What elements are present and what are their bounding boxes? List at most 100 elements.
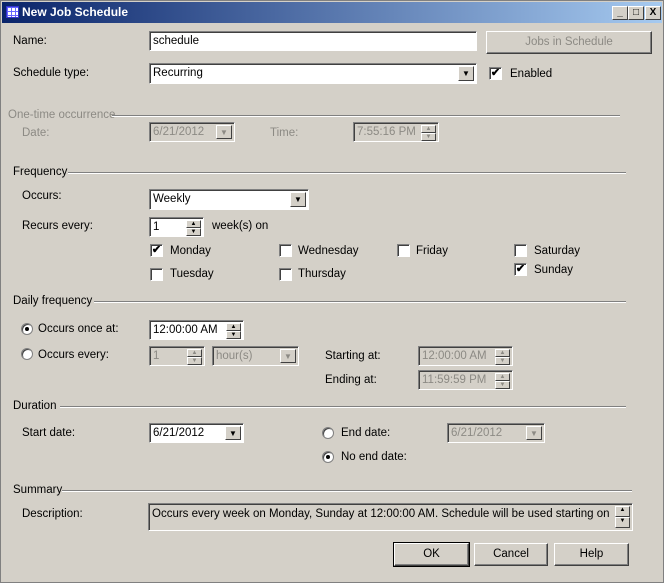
divider [62,490,632,492]
window-title: New Job Schedule [22,5,129,19]
occurs-once-time-input[interactable]: 12:00:00 AM ▲ ▼ [149,320,244,340]
spinner[interactable]: ▲ ▼ [226,323,241,339]
title-bar: New Job Schedule _ □ X [2,2,662,23]
spin-down-icon[interactable]: ▼ [187,357,202,365]
spin-down-icon[interactable]: ▼ [186,228,201,236]
recurs-every-spinner[interactable]: 1 ▲ ▼ [149,217,204,237]
thursday-checkbox[interactable] [279,268,292,281]
friday-label: Friday [416,245,448,257]
spin-down-icon[interactable]: ▼ [495,357,510,365]
occurs-every-spinner[interactable]: 1 ▲ ▼ [149,346,205,366]
spin-up-icon[interactable]: ▲ [495,373,510,381]
calendar-icon [6,6,19,18]
jobs-in-schedule-button[interactable]: Jobs in Schedule [486,31,652,54]
end-date-picker[interactable]: 6/21/2012 ▼ [447,423,545,443]
name-label: Name: [13,35,47,47]
occurs-once-label: Occurs once at: [38,323,119,335]
chevron-down-icon[interactable]: ▼ [216,125,232,139]
start-date-picker[interactable]: 6/21/2012 ▼ [149,423,244,443]
starting-at-input[interactable]: 12:00:00 AM ▲ ▼ [418,346,513,366]
spinner[interactable]: ▲ ▼ [421,125,436,141]
chevron-down-icon[interactable]: ▼ [526,426,542,440]
every-value: 1 [153,350,160,362]
wednesday-label: Wednesday [298,245,359,257]
start-date-value: 6/21/2012 [153,427,205,439]
ending-at-label: Ending at: [325,374,377,386]
scroll-down-icon[interactable]: ▼ [615,517,630,528]
recurs-unit-label: week(s) on [212,220,269,232]
divider [94,301,626,303]
end-date-value: 6/21/2012 [451,427,503,439]
occurs-value: Weekly [153,193,191,205]
occurs-select[interactable]: Weekly ▼ [149,189,309,210]
end-date-label: End date: [341,427,391,439]
saturday-checkbox[interactable] [514,244,527,257]
once-time-value: 12:00:00 AM [153,324,218,336]
spin-down-icon[interactable]: ▼ [226,331,241,339]
chevron-down-icon[interactable]: ▼ [458,66,474,81]
start-date-label: Start date: [22,427,76,439]
occurs-once-radio[interactable] [21,323,33,335]
occurs-every-label: Occurs every: [38,349,109,361]
no-end-date-label: No end date: [341,451,407,463]
chevron-down-icon[interactable]: ▼ [280,349,296,363]
divider [112,115,620,117]
spinner[interactable]: ▲ ▼ [495,373,510,389]
every-unit-select[interactable]: hour(s) ▼ [212,346,299,366]
schedule-type-label: Schedule type: [13,67,90,79]
time-label: Time: [270,127,299,139]
sunday-label: Sunday [534,264,574,276]
friday-checkbox[interactable] [397,244,410,257]
spinner[interactable]: ▲ ▼ [495,349,510,365]
maximize-button[interactable]: □ [628,6,644,20]
spin-down-icon[interactable]: ▼ [495,381,510,389]
spin-down-icon[interactable]: ▼ [421,133,436,141]
one-time-time-value: 7:55:16 PM [357,126,416,138]
tuesday-checkbox[interactable] [150,268,163,281]
enabled-checkbox[interactable]: ✔ [489,67,502,80]
cancel-button[interactable]: Cancel [474,543,548,566]
monday-checkbox[interactable]: ✔ [150,244,163,257]
enabled-label: Enabled [510,68,553,80]
scrollbar[interactable]: ▲ ▼ [615,506,630,528]
help-button[interactable]: Help [554,543,629,566]
close-button[interactable]: X [645,6,661,20]
no-end-date-radio[interactable] [322,451,334,463]
minimize-button[interactable]: _ [612,6,628,20]
summary-header: Summary [13,484,63,496]
daily-frequency-header: Daily frequency [13,295,93,307]
spinner[interactable]: ▲ ▼ [187,349,202,365]
spinner[interactable]: ▲ ▼ [186,220,201,236]
date-label: Date: [22,127,50,139]
one-time-time-input[interactable]: 7:55:16 PM ▲ ▼ [353,122,439,142]
spin-up-icon[interactable]: ▲ [186,220,201,228]
end-date-radio[interactable] [322,427,334,439]
occurs-every-radio[interactable] [21,348,33,360]
spin-up-icon[interactable]: ▲ [187,349,202,357]
starting-at-label: Starting at: [325,350,381,362]
divider [68,172,626,174]
frequency-header: Frequency [13,166,68,178]
one-time-date-input[interactable]: 6/21/2012 ▼ [149,122,235,142]
occurs-label: Occurs: [22,190,62,202]
description-textbox[interactable]: Occurs every week on Monday, Sunday at 1… [148,503,633,531]
sunday-checkbox[interactable]: ✔ [514,263,527,276]
spin-up-icon[interactable]: ▲ [495,349,510,357]
dialog-window: New Job Schedule _ □ X [0,0,664,583]
scroll-up-icon[interactable]: ▲ [615,506,630,517]
name-input[interactable]: schedule [149,31,477,51]
tuesday-label: Tuesday [170,268,214,280]
chevron-down-icon[interactable]: ▼ [225,426,241,440]
ending-at-input[interactable]: 11:59:59 PM ▲ ▼ [418,370,513,390]
duration-header: Duration [13,400,57,412]
chevron-down-icon[interactable]: ▼ [290,192,306,207]
thursday-label: Thursday [298,268,346,280]
ok-button[interactable]: OK [393,542,470,567]
schedule-type-select[interactable]: Recurring ▼ [149,63,477,84]
spin-up-icon[interactable]: ▲ [421,125,436,133]
spin-up-icon[interactable]: ▲ [226,323,241,331]
wednesday-checkbox[interactable] [279,244,292,257]
one-time-header: One-time occurrence [8,109,116,121]
every-unit-value: hour(s) [216,350,253,362]
recurs-value: 1 [153,221,160,233]
